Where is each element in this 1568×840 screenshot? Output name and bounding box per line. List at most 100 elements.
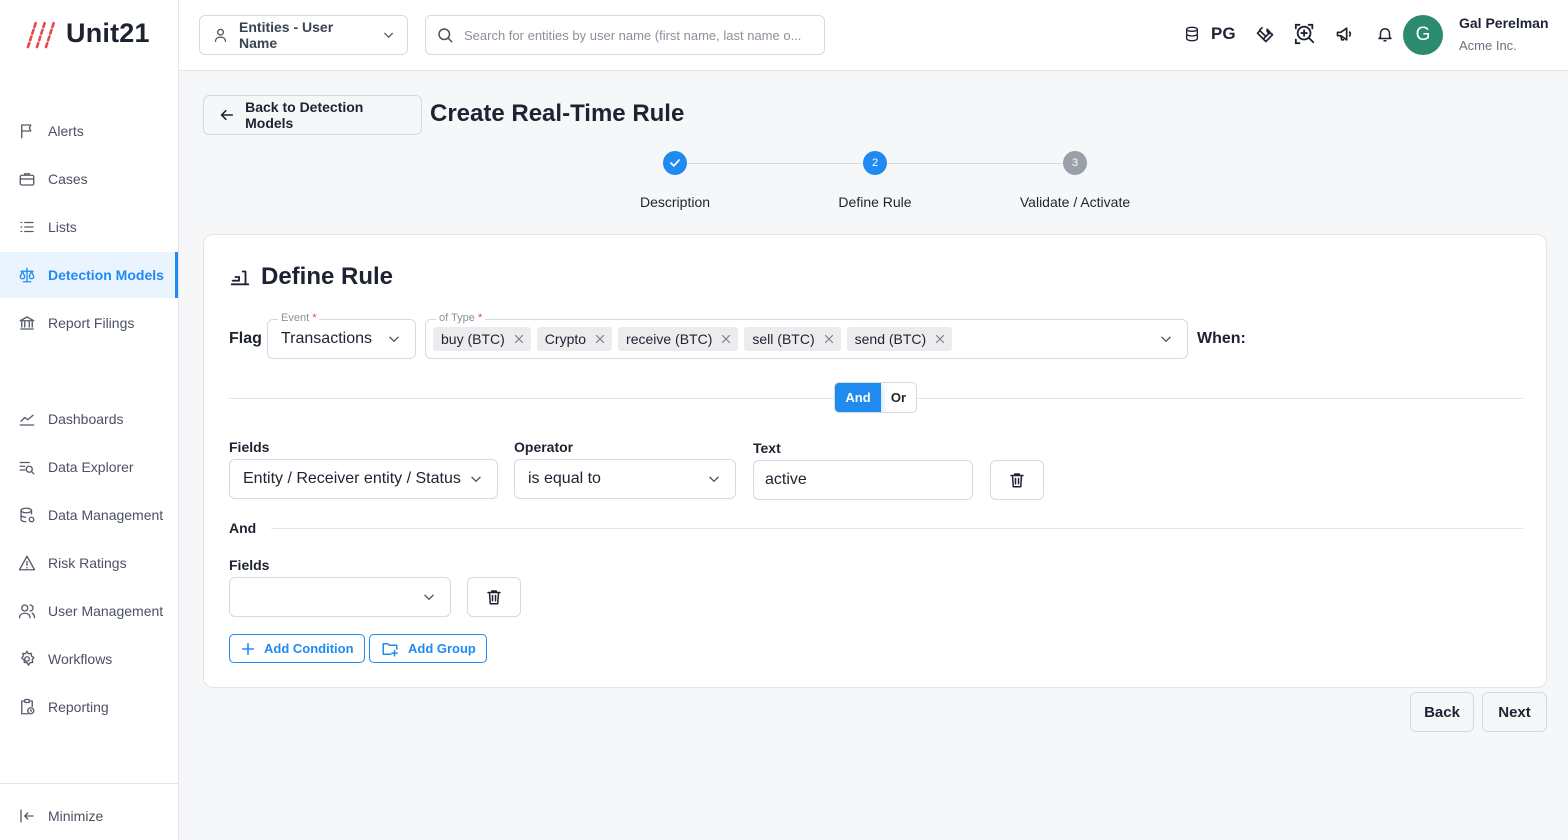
sidebar-item-reporting[interactable]: Reporting — [0, 684, 178, 730]
event-label-text: Event — [281, 312, 310, 324]
fields-value: Entity / Receiver entity / Status — [243, 470, 461, 487]
sidebar-item-report-filings[interactable]: Report Filings — [0, 300, 178, 346]
logo[interactable]: Unit21 — [24, 18, 150, 49]
step-2-current[interactable]: 2 — [863, 151, 887, 175]
user-name[interactable]: Gal Perelman — [1459, 15, 1549, 31]
type-chip: receive (BTC) — [618, 327, 739, 351]
report-icon — [21, 698, 35, 715]
sidebar-item-detection-models[interactable]: Detection Models — [0, 252, 178, 298]
tools-button[interactable] — [1254, 22, 1276, 46]
trash-icon — [487, 590, 501, 605]
arrow-left-icon — [220, 109, 234, 121]
close-icon[interactable] — [513, 333, 525, 345]
and-or-toggle: And Or — [834, 382, 917, 413]
sidebar-item-data-explorer[interactable]: Data Explorer — [0, 444, 178, 490]
fields-select-empty[interactable] — [229, 577, 451, 617]
step-1-label: Description — [639, 194, 711, 210]
announcements-button[interactable] — [1334, 22, 1356, 46]
notifications-button[interactable] — [1374, 22, 1396, 46]
type-label: of Type * — [436, 312, 486, 324]
chip-label: buy (BTC) — [441, 331, 505, 347]
sidebar-item-label: Report Filings — [48, 315, 135, 331]
plus-icon — [241, 642, 255, 655]
warning-icon — [18, 555, 36, 571]
type-multiselect[interactable]: of Type * buy (BTC) Crypto receive (BTC)… — [425, 312, 1188, 359]
sidebar-item-dashboards[interactable]: Dashboards — [0, 396, 178, 442]
list-icon — [20, 221, 34, 233]
delete-condition-button[interactable] — [990, 460, 1044, 500]
database-button[interactable] — [1181, 22, 1203, 46]
sidebar-item-label: Cases — [48, 171, 88, 187]
sidebar: Unit21 Alerts Cases Lists Detection Mode… — [0, 0, 179, 840]
megaphone-icon — [1336, 27, 1351, 41]
minimize-button[interactable]: Minimize — [0, 793, 178, 839]
add-group-button[interactable]: Add Group — [369, 634, 487, 663]
sidebar-item-cases[interactable]: Cases — [0, 156, 178, 202]
database-icon — [20, 507, 35, 523]
back-to-detection-models-button[interactable]: Back to Detection Models — [203, 95, 422, 135]
sidebar-item-label: Risk Ratings — [48, 555, 127, 571]
operator-select[interactable]: is equal to — [514, 459, 736, 499]
search-bar[interactable] — [425, 15, 825, 55]
event-value: Transactions — [281, 330, 372, 347]
next-button[interactable]: Next — [1482, 692, 1547, 732]
avatar[interactable]: G — [1403, 15, 1443, 55]
sidebar-item-label: Lists — [48, 219, 77, 235]
chevron-down-icon — [471, 476, 481, 482]
close-icon[interactable] — [594, 333, 606, 345]
toggle-or-button[interactable]: Or — [881, 383, 916, 412]
sidebar-item-risk-ratings[interactable]: Risk Ratings — [0, 540, 178, 586]
search-icon — [438, 28, 453, 43]
chart-line-icon — [19, 414, 35, 426]
bell-icon — [1377, 28, 1392, 42]
fields-select[interactable]: Entity / Receiver entity / Status — [229, 459, 498, 499]
briefcase-icon — [19, 173, 35, 186]
step-1-done[interactable] — [663, 151, 687, 175]
connector-divider — [271, 528, 1523, 529]
sidebar-item-alerts[interactable]: Alerts — [0, 108, 178, 154]
required-marker: * — [309, 312, 317, 324]
text-value: active — [765, 471, 807, 488]
org-code[interactable]: PG — [1211, 24, 1236, 44]
zoom-search-icon — [1294, 23, 1314, 45]
unit21-logo-icon — [26, 20, 56, 48]
type-chip: Crypto — [536, 327, 613, 351]
page-title: Create Real-Time Rule — [430, 100, 685, 127]
user-org: Acme Inc. — [1459, 38, 1517, 53]
sidebar-item-data-management[interactable]: Data Management — [0, 492, 178, 538]
sidebar-item-label: Detection Models — [48, 267, 164, 283]
type-chip: buy (BTC) — [433, 327, 531, 351]
event-select[interactable]: Event * Transactions — [267, 312, 416, 359]
required-marker: * — [474, 312, 483, 324]
add-condition-button[interactable]: Add Condition — [229, 634, 365, 663]
search-zoom-button[interactable] — [1294, 22, 1316, 46]
flag-icon — [21, 124, 32, 139]
close-icon[interactable] — [823, 333, 835, 345]
flag-label: Flag — [229, 330, 262, 347]
chip-label: sell (BTC) — [752, 331, 815, 347]
step-2-label: Define Rule — [838, 194, 912, 210]
close-icon[interactable] — [934, 333, 946, 345]
text-label: Text — [753, 440, 781, 456]
minimize-label: Minimize — [48, 808, 104, 824]
step-3-upcoming[interactable]: 3 — [1063, 151, 1087, 175]
sidebar-item-label: Data Management — [48, 507, 164, 523]
sidebar-item-workflows[interactable]: Workflows — [0, 636, 178, 682]
scale-icon — [19, 267, 35, 283]
entity-type-select[interactable]: Entities - User Name — [199, 15, 408, 55]
sidebar-item-user-management[interactable]: User Management — [0, 588, 178, 634]
delete-condition-button[interactable] — [467, 577, 521, 617]
step-3-label: Validate / Activate — [1019, 194, 1131, 210]
toggle-and-button[interactable]: And — [835, 383, 881, 412]
sidebar-divider — [0, 783, 178, 784]
chevron-down-icon — [709, 476, 719, 482]
fields-label: Fields — [229, 439, 270, 455]
back-button[interactable]: Back — [1410, 692, 1474, 732]
sidebar-item-lists[interactable]: Lists — [0, 204, 178, 250]
chevron-down-icon — [1161, 336, 1171, 342]
text-input[interactable]: active — [753, 460, 973, 500]
define-rule-card: Define Rule Flag Event * Transactions of… — [203, 234, 1547, 688]
search-input[interactable] — [464, 27, 814, 43]
close-icon[interactable] — [720, 333, 732, 345]
add-group-label: Add Group — [408, 641, 476, 656]
